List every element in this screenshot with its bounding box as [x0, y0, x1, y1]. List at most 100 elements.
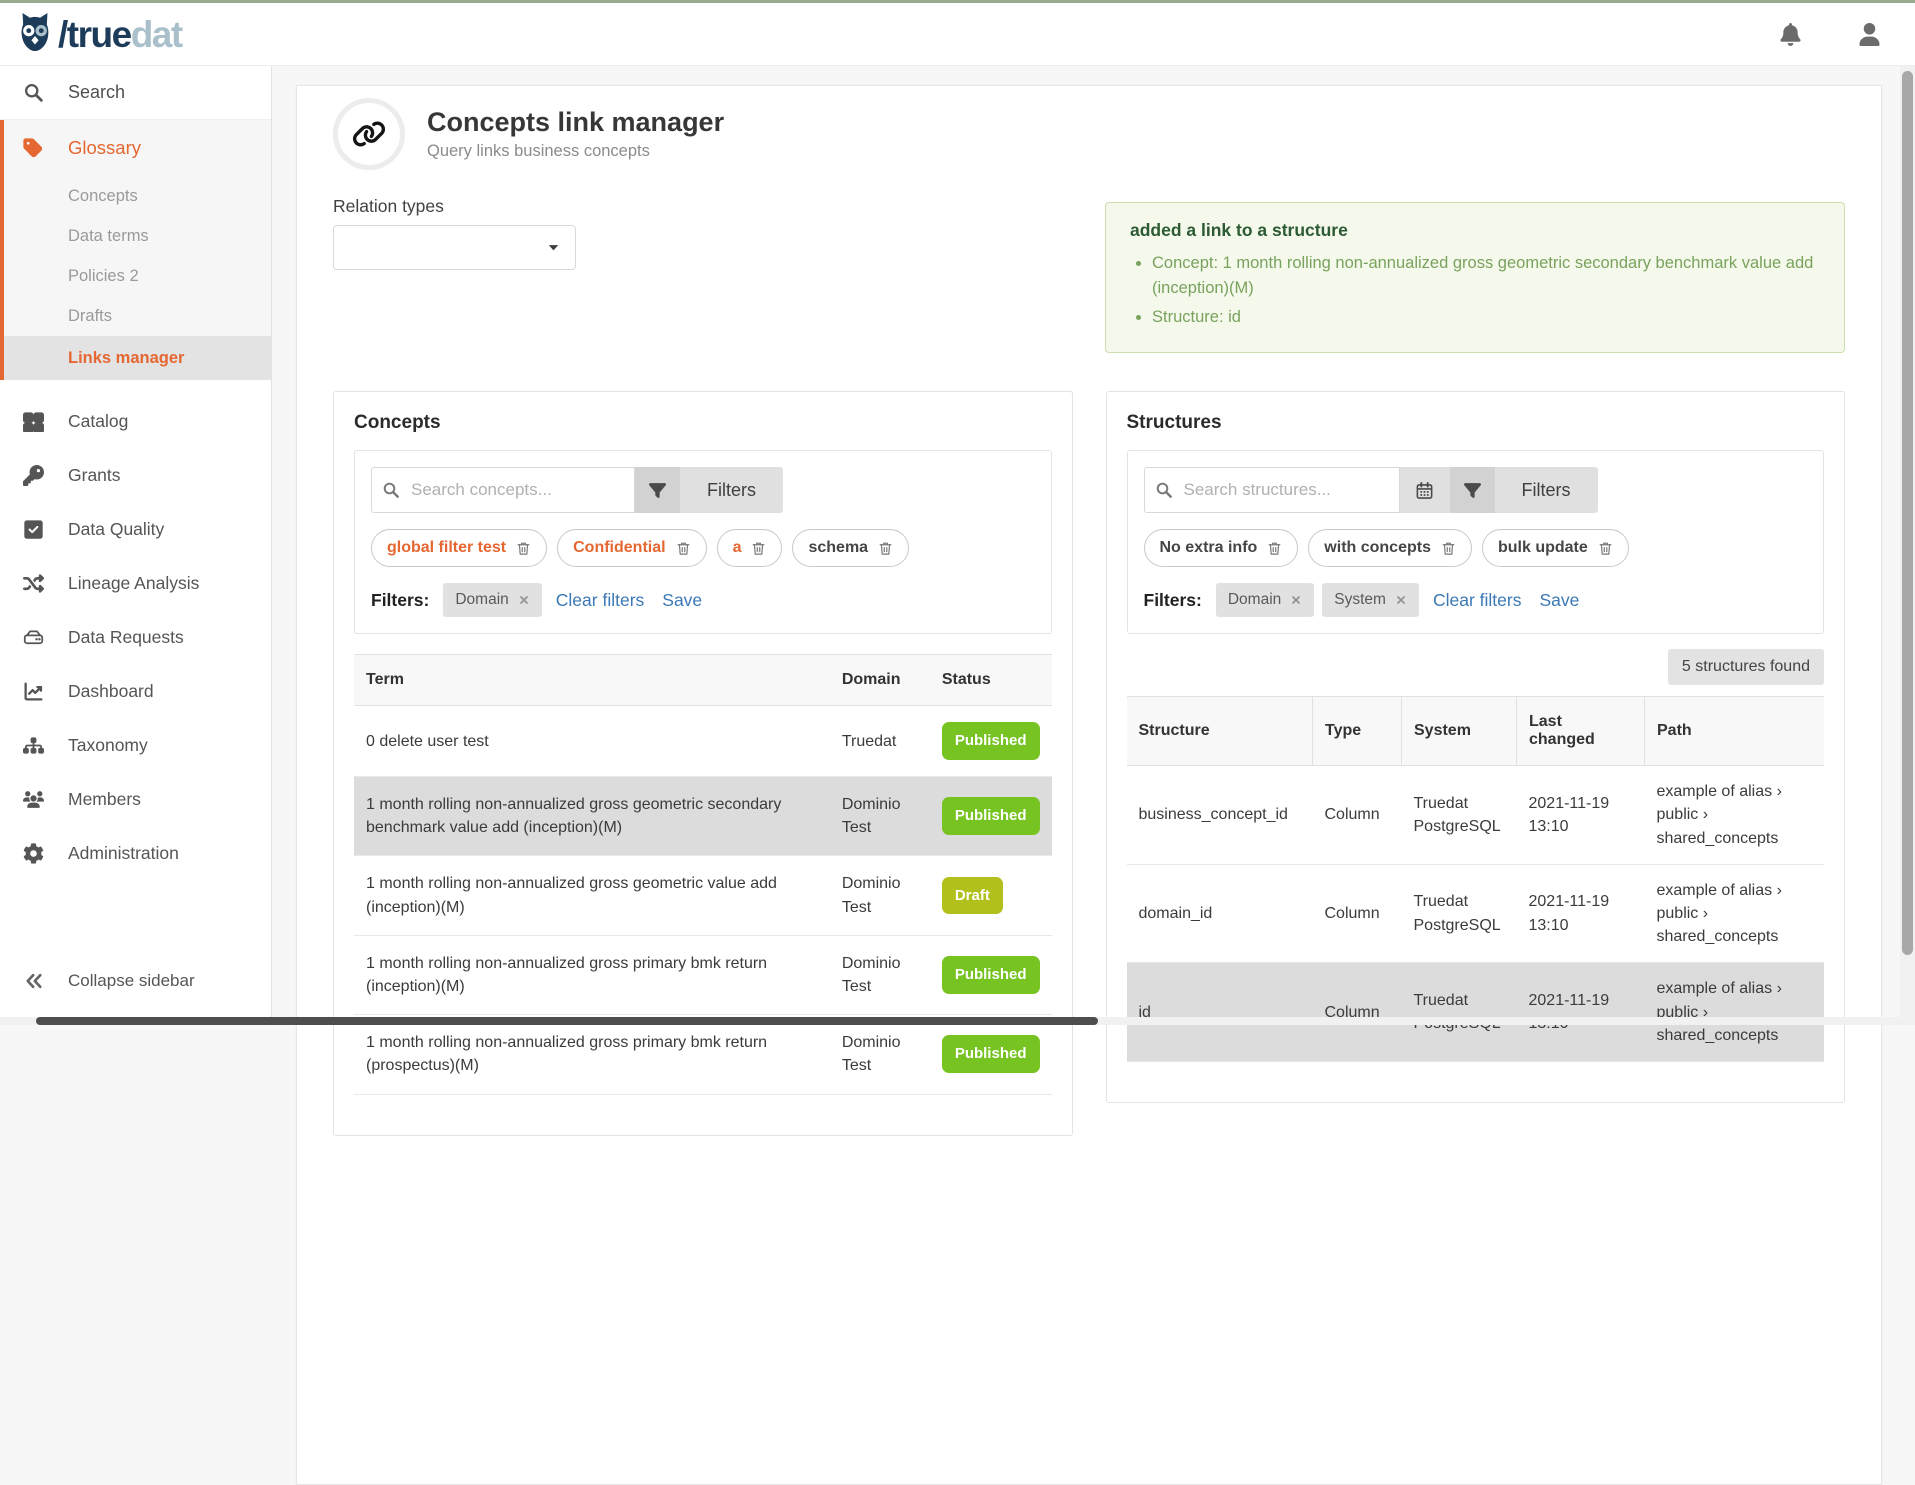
column-header: Structure [1127, 697, 1313, 766]
sidebar-item-catalog[interactable]: Catalog [0, 394, 271, 448]
glossary-items: Concepts Data terms Policies 2 Drafts Li… [4, 176, 271, 380]
sidebar-item-label: Dashboard [68, 681, 154, 702]
sidebar-item-label: Data Quality [68, 519, 164, 540]
concept-row[interactable]: 1 month rolling non-annualized gross geo… [354, 777, 1052, 856]
trash-icon[interactable] [676, 541, 691, 556]
sidebar-item-members[interactable]: Members [0, 772, 271, 826]
concept-filter-chip-confidential[interactable]: Confidential [557, 529, 706, 567]
structures-search-input[interactable] [1182, 479, 1389, 501]
top-bar: /truedat [0, 3, 1915, 66]
success-alert: added a link to a structure Concept: 1 m… [1105, 202, 1845, 353]
sidebar-item-data-requests[interactable]: Data Requests [0, 610, 271, 664]
sidebar-item-dashboard[interactable]: Dashboard [0, 664, 271, 718]
sidebar-item-administration[interactable]: Administration [0, 826, 271, 880]
sidebar-item-label: Grants [68, 465, 121, 486]
calendar-icon [1415, 481, 1434, 500]
structure-path-cell: example of alias › public › shared_conce… [1645, 963, 1825, 1062]
status-badge: Published [942, 722, 1040, 760]
sidebar-item-search[interactable]: Search [0, 66, 271, 120]
sidebar-item-links-manager[interactable]: Links manager [4, 336, 271, 380]
page-header: Concepts link manager Query links busine… [333, 98, 1845, 170]
sidebar-item-label: Members [68, 789, 141, 810]
user-icon[interactable] [1850, 15, 1889, 54]
sidebar-item-policies-2[interactable]: Policies 2 [4, 256, 271, 296]
concepts-chips: global filter test Confidential a schema [371, 529, 1035, 567]
funnel-icon [649, 482, 666, 499]
sidebar-item-glossary[interactable]: Glossary [4, 120, 271, 176]
concepts-clear-filters-link[interactable]: Clear filters [556, 590, 645, 611]
concepts-save-link[interactable]: Save [662, 590, 702, 611]
concept-row[interactable]: 1 month rolling non-annualized gross geo… [354, 856, 1052, 935]
structures-chips: No extra info with concepts bulk update [1144, 529, 1808, 567]
bell-icon[interactable] [1771, 15, 1810, 54]
collapse-sidebar-label: Collapse sidebar [68, 971, 195, 991]
sidebar-item-grants[interactable]: Grants [0, 448, 271, 502]
concept-domain-cell: Dominio Test [830, 1015, 930, 1094]
structure-row[interactable]: business_concept_id Column Truedat Postg… [1127, 766, 1825, 865]
concept-filter-chip-a[interactable]: a [717, 529, 783, 567]
structure-filter-chip-with-concepts[interactable]: with concepts [1308, 529, 1472, 567]
horizontal-scrollbar [0, 1017, 1915, 1025]
active-filter-domain[interactable]: Domain [443, 583, 541, 617]
status-badge: Draft [942, 877, 1003, 915]
trash-icon[interactable] [751, 541, 766, 556]
structure-system-cell: Truedat PostgreSQL [1402, 963, 1517, 1062]
truedat-logo[interactable]: /truedat [14, 11, 182, 58]
concepts-filters-button[interactable]: Filters [680, 467, 783, 513]
structure-filter-chip-no-extra-info[interactable]: No extra info [1144, 529, 1299, 567]
concept-row[interactable]: 1 month rolling non-annualized gross pri… [354, 1015, 1052, 1094]
trash-icon[interactable] [1598, 541, 1613, 556]
sidebar-item-data-terms[interactable]: Data terms [4, 216, 271, 256]
structures-funnel-button[interactable] [1450, 467, 1495, 513]
structure-row[interactable]: domain_id Column Truedat PostgreSQL 2021… [1127, 864, 1825, 963]
concept-filter-chip-schema[interactable]: schema [792, 529, 909, 567]
column-header: Term [354, 655, 830, 706]
horizontal-scrollbar-thumb[interactable] [36, 1017, 1098, 1025]
concept-domain-cell: Truedat [830, 706, 930, 777]
structures-save-link[interactable]: Save [1539, 590, 1579, 611]
concepts-search-input[interactable] [409, 479, 624, 501]
trash-icon[interactable] [516, 541, 531, 556]
structures-clear-filters-link[interactable]: Clear filters [1433, 590, 1522, 611]
concept-row[interactable]: 1 month rolling non-annualized gross pri… [354, 935, 1052, 1014]
structure-row[interactable]: id Column Truedat PostgreSQL 2021-11-19 … [1127, 963, 1825, 1062]
times-icon[interactable] [1290, 594, 1302, 606]
sidebar-item-drafts[interactable]: Drafts [4, 296, 271, 336]
concepts-funnel-button[interactable] [635, 467, 680, 513]
active-filter-system[interactable]: System [1322, 583, 1419, 617]
concept-row[interactable]: 0 delete user test Truedat Published [354, 706, 1052, 777]
sidebar-item-lineage-analysis[interactable]: Lineage Analysis [0, 556, 271, 610]
structure-path-cell: example of alias › public › shared_conce… [1645, 766, 1825, 865]
chip-label: schema [808, 539, 868, 557]
trash-icon[interactable] [1441, 541, 1456, 556]
structure-filter-chip-bulk-update[interactable]: bulk update [1482, 529, 1629, 567]
column-header: Status [930, 655, 1052, 706]
sidebar-item-concepts[interactable]: Concepts [4, 176, 271, 216]
sidebar-item-data-quality[interactable]: Data Quality [0, 502, 271, 556]
concept-term-cell: 1 month rolling non-annualized gross pri… [354, 935, 830, 1014]
sidebar-item-taxonomy[interactable]: Taxonomy [0, 718, 271, 772]
search-icon [1155, 481, 1173, 499]
active-filter-domain[interactable]: Domain [1216, 583, 1314, 617]
gear-icon [20, 843, 46, 864]
concept-filter-chip-global-filter-test[interactable]: global filter test [371, 529, 547, 567]
structures-calendar-button[interactable] [1400, 467, 1450, 513]
collapse-sidebar-button[interactable]: Collapse sidebar [0, 959, 271, 1003]
trash-icon[interactable] [878, 541, 893, 556]
times-icon[interactable] [518, 594, 530, 606]
alert-item: Structure: id [1152, 305, 1820, 330]
tag-icon [20, 137, 46, 159]
structures-table: StructureTypeSystemLast changedPath busi… [1127, 696, 1825, 1062]
trash-icon[interactable] [1267, 541, 1282, 556]
relation-types-label: Relation types [333, 196, 576, 217]
status-badge: Published [942, 1035, 1040, 1073]
vertical-scrollbar-thumb[interactable] [1902, 71, 1913, 955]
relation-types-select[interactable] [333, 225, 576, 270]
concepts-filterbox: Filters global filter test Confidential … [354, 450, 1052, 634]
column-header: Type [1313, 697, 1402, 766]
sitemap-icon [20, 735, 46, 756]
server-icon [20, 627, 46, 648]
times-icon[interactable] [1395, 594, 1407, 606]
structures-filters-button[interactable]: Filters [1495, 467, 1598, 513]
structure-system-cell: Truedat PostgreSQL [1402, 766, 1517, 865]
